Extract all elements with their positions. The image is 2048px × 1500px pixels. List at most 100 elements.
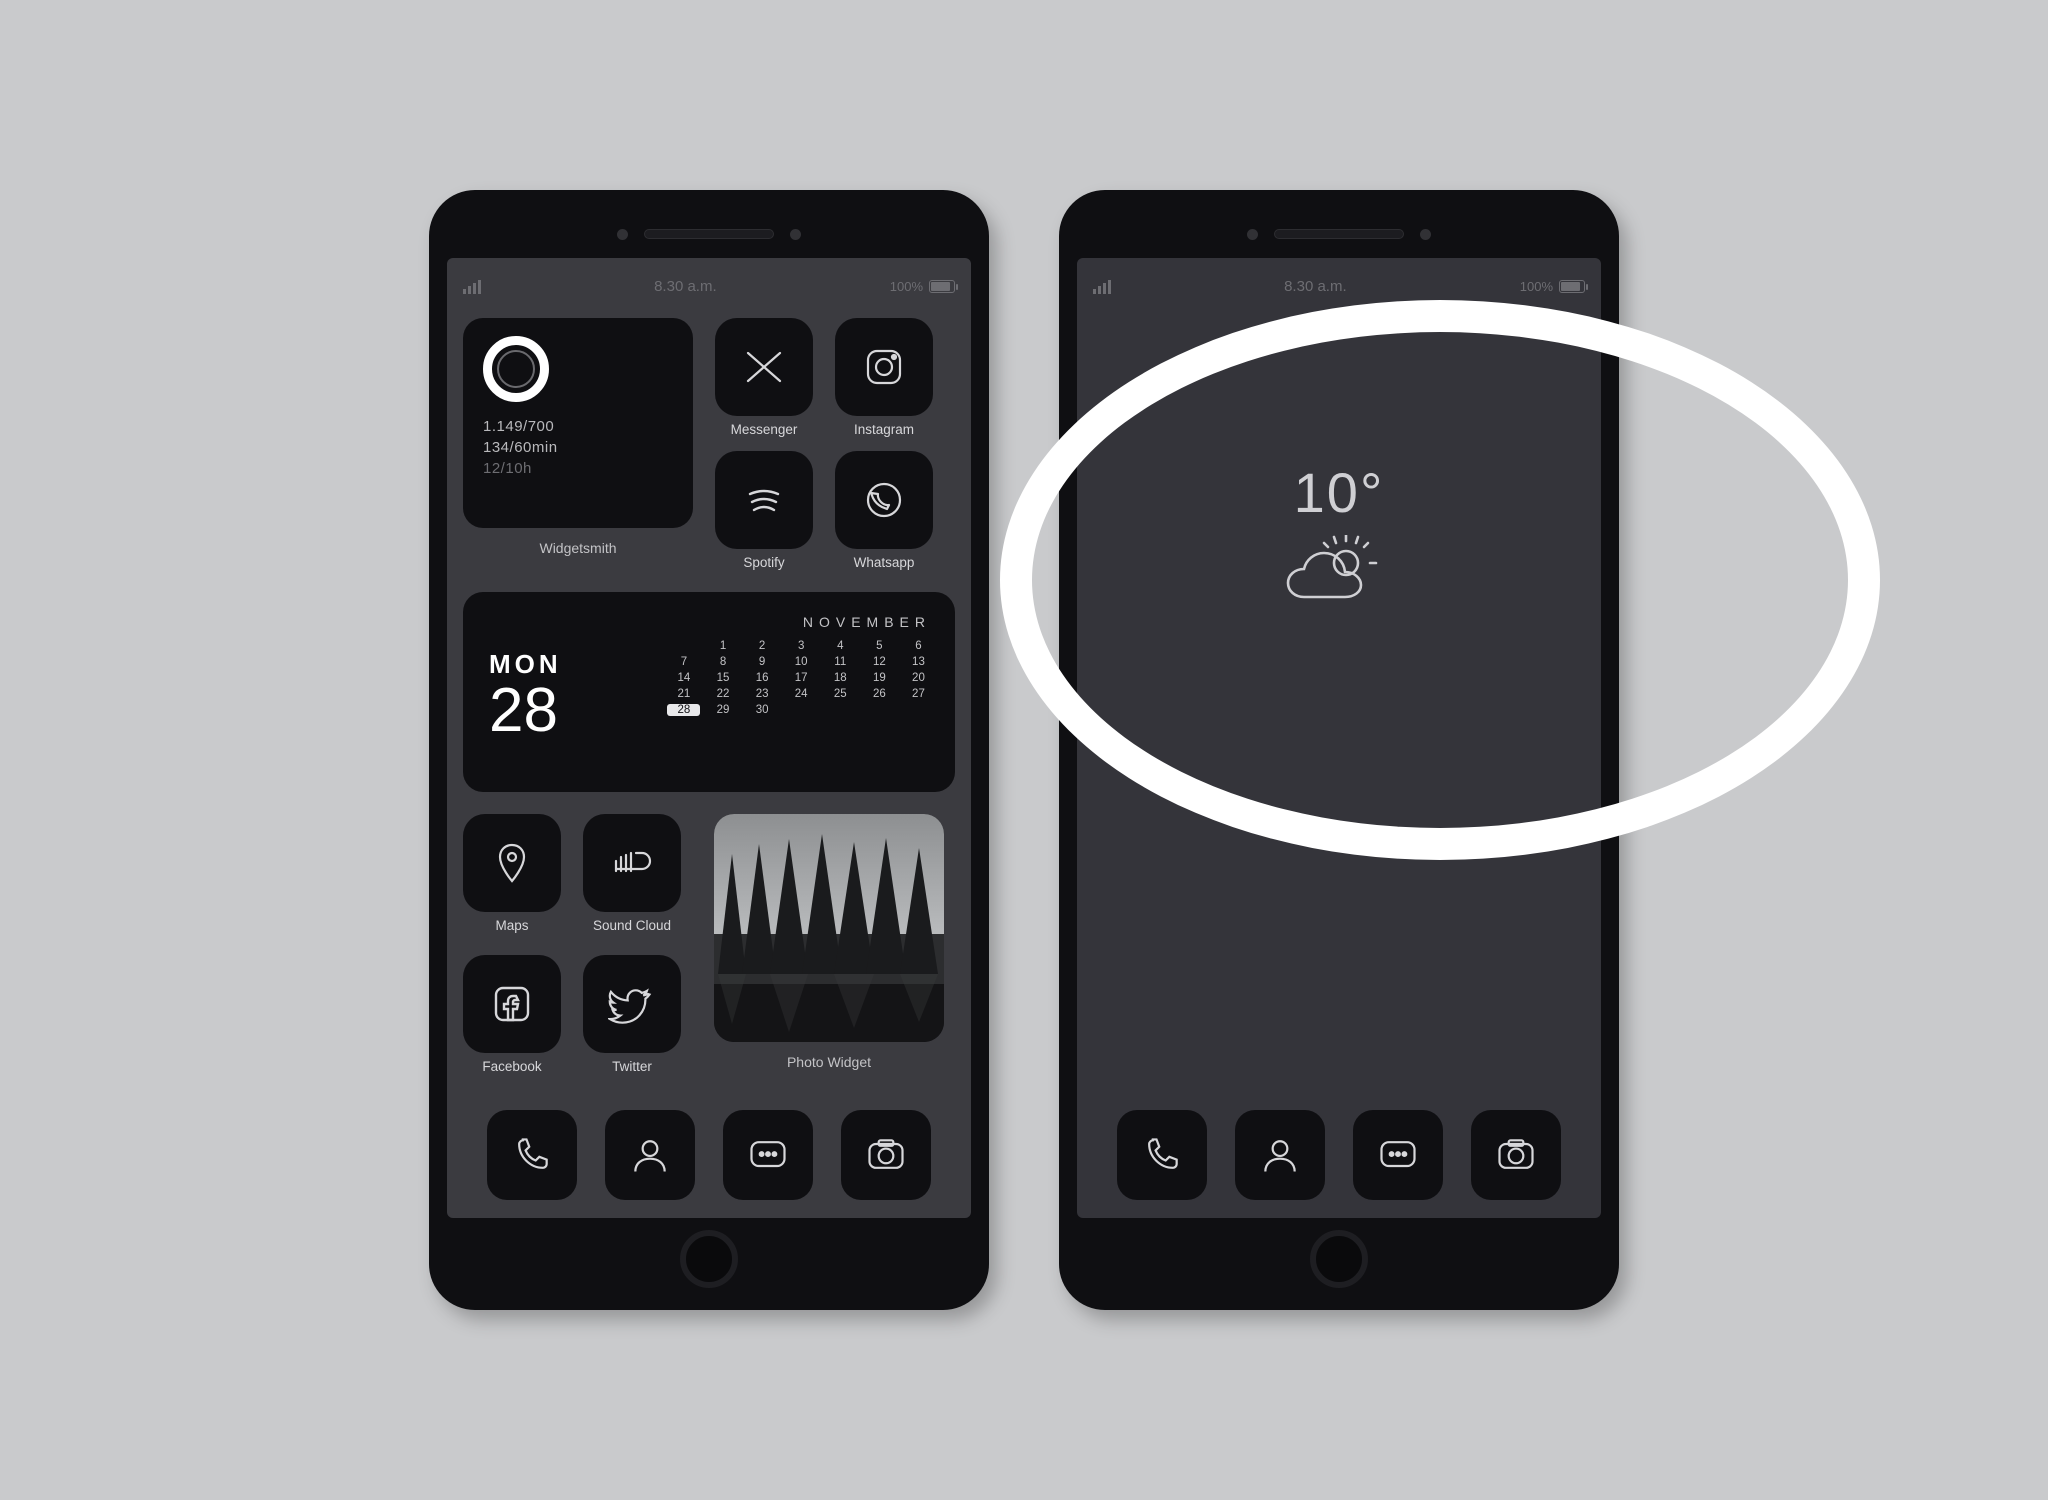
- camera-dot-icon: [617, 229, 628, 240]
- battery-icon: [1559, 280, 1585, 293]
- widgetsmith-stats: 1.149/700 134/60min 12/10h: [483, 418, 673, 477]
- photo-widget-label: Photo Widget: [787, 1054, 871, 1070]
- battery-icon: [929, 280, 955, 293]
- instagram-icon[interactable]: [835, 318, 933, 416]
- signal-icon: [463, 278, 481, 294]
- calendar-day: 4: [824, 640, 857, 652]
- calendar-dow: MON: [489, 649, 667, 680]
- apps-top-right: Messenger Spotify: [715, 318, 933, 570]
- calendar-day: 25: [824, 688, 857, 700]
- widgetsmith-item[interactable]: 1.149/700 134/60min 12/10h Widgetsmith: [463, 318, 693, 570]
- row-3: Maps Sound Cloud: [463, 814, 955, 1074]
- dock-messages-icon[interactable]: [723, 1110, 813, 1200]
- calendar-day: 26: [863, 688, 896, 700]
- calendar-grid: 1234567891011121314151617181920212223242…: [667, 640, 935, 716]
- app-messenger[interactable]: Messenger: [715, 318, 813, 437]
- calendar-day: 12: [863, 656, 896, 668]
- app-label: Maps: [495, 918, 528, 933]
- dock-camera-icon[interactable]: [841, 1110, 931, 1200]
- dock: [463, 1110, 955, 1200]
- calendar-left: MON 28: [489, 614, 667, 776]
- facebook-icon[interactable]: [463, 955, 561, 1053]
- app-label: Messenger: [731, 422, 798, 437]
- ws-line-1: 1.149/700: [483, 418, 673, 435]
- app-instagram[interactable]: Instagram: [835, 318, 933, 437]
- app-label: Spotify: [743, 555, 784, 570]
- calendar-day: 22: [706, 688, 739, 700]
- ws-line-2: 134/60min: [483, 439, 673, 456]
- calendar-day: 13: [902, 656, 935, 668]
- dock-contacts-icon[interactable]: [1235, 1110, 1325, 1200]
- calendar-day: 6: [902, 640, 935, 652]
- home-button[interactable]: [1310, 1230, 1368, 1288]
- dock-phone-icon[interactable]: [1117, 1110, 1207, 1200]
- ws-line-3: 12/10h: [483, 460, 673, 477]
- calendar-day: 19: [863, 672, 896, 684]
- calendar-day: 18: [824, 672, 857, 684]
- dock-camera-icon[interactable]: [1471, 1110, 1561, 1200]
- camera-dot-icon: [1247, 229, 1258, 240]
- status-bar: 8.30 a.m. 100%: [1093, 272, 1585, 300]
- calendar-widget[interactable]: MON 28 NOVEMBER 123456789101112131415161…: [463, 592, 955, 792]
- calendar-day: 24: [785, 688, 818, 700]
- app-spotify[interactable]: Spotify: [715, 451, 813, 570]
- calendar-month: NOVEMBER: [667, 614, 935, 630]
- dock-contacts-icon[interactable]: [605, 1110, 695, 1200]
- calendar-day: 21: [667, 688, 700, 700]
- calendar-day: 8: [706, 656, 739, 668]
- phone-mock-left: 8.30 a.m. 100% 1.149/700 134/60min 12/10…: [429, 190, 989, 1310]
- calendar-day: 11: [824, 656, 857, 668]
- photo-widget[interactable]: [714, 814, 944, 1042]
- messenger-icon[interactable]: [715, 318, 813, 416]
- calendar-day: 27: [902, 688, 935, 700]
- calendar-day: 23: [746, 688, 779, 700]
- calendar-day: 29: [706, 704, 739, 716]
- status-time: 8.30 a.m.: [481, 278, 890, 295]
- sensor-dot-icon: [1420, 229, 1431, 240]
- app-soundcloud[interactable]: Sound Cloud: [583, 814, 681, 933]
- spotify-icon[interactable]: [715, 451, 813, 549]
- sensor-dot-icon: [790, 229, 801, 240]
- dock-messages-icon[interactable]: [1353, 1110, 1443, 1200]
- app-label: Sound Cloud: [593, 918, 671, 933]
- widgetsmith-widget[interactable]: 1.149/700 134/60min 12/10h: [463, 318, 693, 528]
- calendar-day: 1: [706, 640, 739, 652]
- phone-mock-right: 8.30 a.m. 100% 10°: [1059, 190, 1619, 1310]
- dock: [1093, 1110, 1585, 1200]
- speaker-slot-icon: [1274, 229, 1404, 239]
- weather-widget[interactable]: 10°: [1093, 300, 1585, 1096]
- home-screen: 8.30 a.m. 100% 1.149/700 134/60min 12/10…: [447, 258, 971, 1218]
- activity-ring-icon: [483, 336, 549, 402]
- app-maps[interactable]: Maps: [463, 814, 561, 933]
- partly-cloudy-icon: [1284, 535, 1394, 620]
- widgetsmith-label: Widgetsmith: [539, 540, 616, 556]
- photo-widget-item[interactable]: Photo Widget: [703, 814, 955, 1074]
- app-facebook[interactable]: Facebook: [463, 955, 561, 1074]
- app-label: Facebook: [482, 1059, 541, 1074]
- app-label: Twitter: [612, 1059, 652, 1074]
- app-twitter[interactable]: Twitter: [583, 955, 681, 1074]
- app-label: Instagram: [854, 422, 914, 437]
- calendar-day: 9: [746, 656, 779, 668]
- status-time: 8.30 a.m.: [1111, 278, 1520, 295]
- app-whatsapp[interactable]: Whatsapp: [835, 451, 933, 570]
- twitter-icon[interactable]: [583, 955, 681, 1053]
- calendar-day: 7: [667, 656, 700, 668]
- whatsapp-icon[interactable]: [835, 451, 933, 549]
- phone-top-hardware: [1077, 220, 1601, 248]
- calendar-day: 2: [746, 640, 779, 652]
- home-screen-2: 8.30 a.m. 100% 10°: [1077, 258, 1601, 1218]
- calendar-day: 20: [902, 672, 935, 684]
- calendar-day: 5: [863, 640, 896, 652]
- app-label: Whatsapp: [854, 555, 915, 570]
- soundcloud-icon[interactable]: [583, 814, 681, 912]
- maps-pin-icon[interactable]: [463, 814, 561, 912]
- dock-phone-icon[interactable]: [487, 1110, 577, 1200]
- weather-temperature: 10°: [1294, 460, 1385, 525]
- home-button[interactable]: [680, 1230, 738, 1288]
- calendar-date: 28: [489, 680, 667, 742]
- status-right: 100%: [1520, 279, 1585, 294]
- status-bar: 8.30 a.m. 100%: [463, 272, 955, 300]
- forest-photo-icon: [714, 814, 944, 1042]
- calendar-day: 3: [785, 640, 818, 652]
